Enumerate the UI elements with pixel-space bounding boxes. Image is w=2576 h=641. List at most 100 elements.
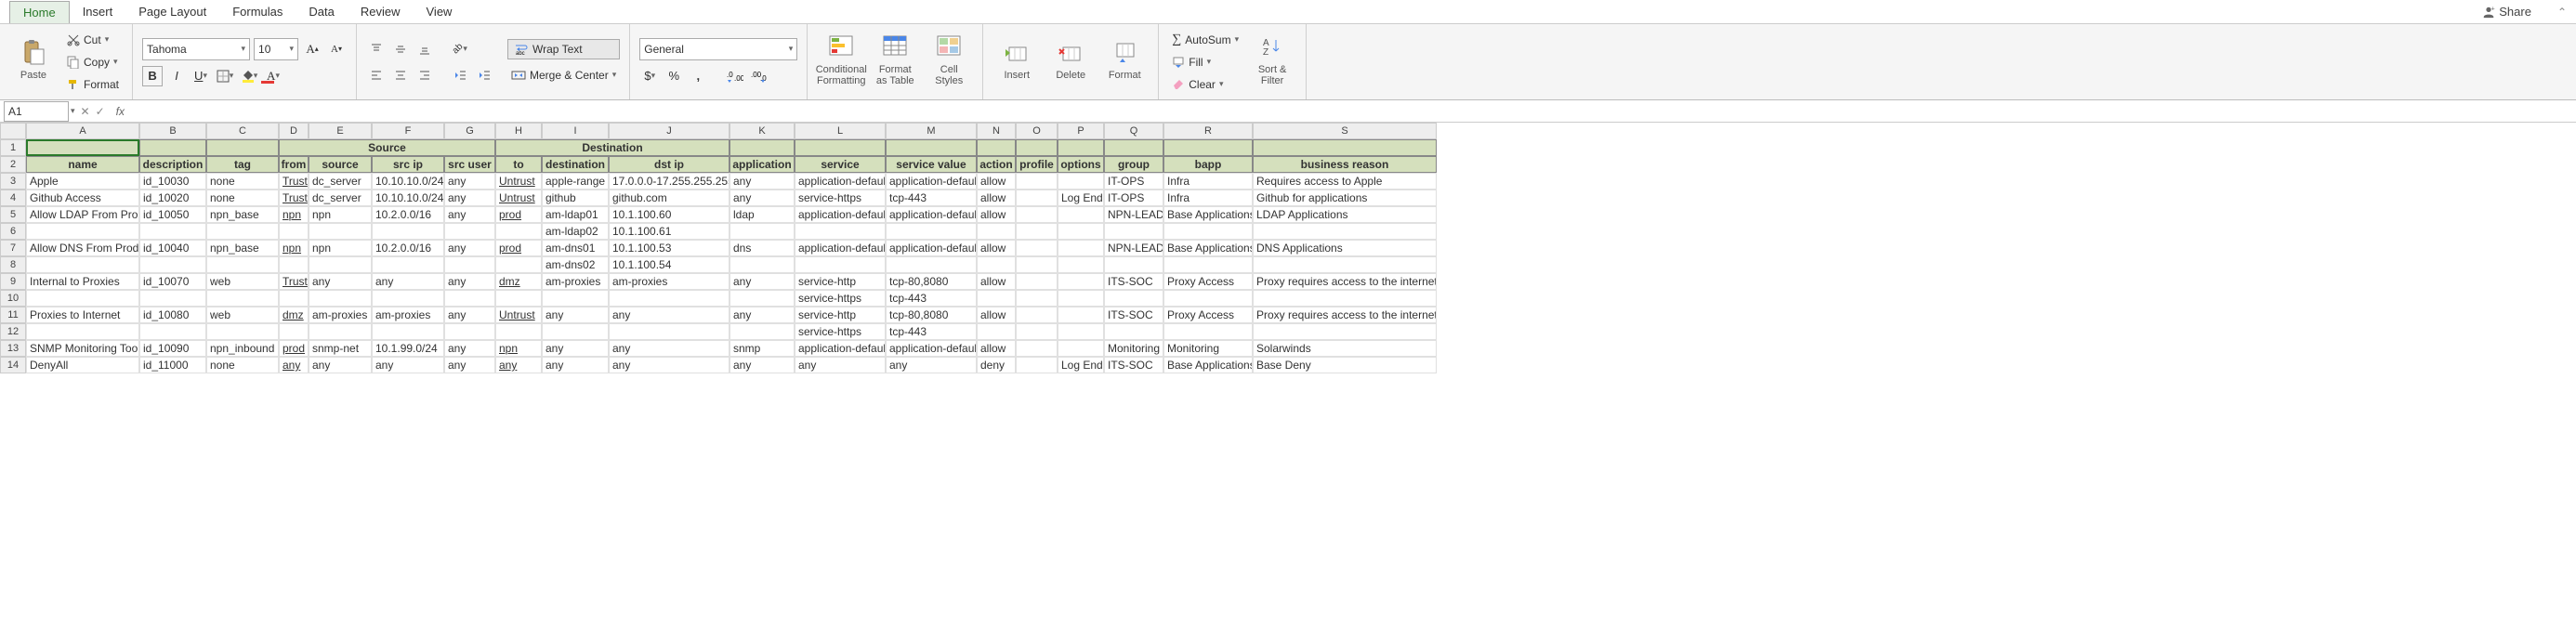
- cell[interactable]: Untrust: [495, 307, 542, 323]
- col-header[interactable]: S: [1253, 123, 1437, 139]
- cell[interactable]: any: [795, 357, 886, 373]
- cell[interactable]: [444, 223, 495, 240]
- cell[interactable]: tcp-443: [886, 290, 977, 307]
- cell[interactable]: Untrust: [495, 190, 542, 206]
- col-header[interactable]: C: [206, 123, 279, 139]
- cell[interactable]: IT-OPS: [1104, 173, 1163, 190]
- row-header[interactable]: 1: [0, 139, 26, 156]
- cell[interactable]: [1016, 323, 1058, 340]
- cell[interactable]: any: [542, 340, 609, 357]
- border-button[interactable]: ▾: [215, 66, 235, 86]
- cell[interactable]: npn_base: [206, 240, 279, 256]
- cell[interactable]: any: [609, 307, 729, 323]
- cell[interactable]: any: [444, 173, 495, 190]
- cell[interactable]: deny: [977, 357, 1016, 373]
- cell[interactable]: npn: [309, 240, 372, 256]
- cell[interactable]: [279, 290, 309, 307]
- cell[interactable]: dst ip: [609, 156, 729, 173]
- cell[interactable]: allow: [977, 340, 1016, 357]
- row-header[interactable]: 8: [0, 256, 26, 273]
- cell[interactable]: service-https: [795, 323, 886, 340]
- cell[interactable]: LDAP Applications: [1253, 206, 1437, 223]
- cell[interactable]: id_10050: [139, 206, 206, 223]
- cell[interactable]: 10.10.10.0/24: [372, 173, 444, 190]
- col-header[interactable]: R: [1163, 123, 1253, 139]
- cell[interactable]: apple-range: [542, 173, 609, 190]
- select-all-corner[interactable]: [0, 123, 26, 139]
- cell[interactable]: tcp-80,8080: [886, 307, 977, 323]
- cell[interactable]: ITS-SOC: [1104, 273, 1163, 290]
- cell[interactable]: from: [279, 156, 309, 173]
- cell[interactable]: [279, 323, 309, 340]
- clear-button[interactable]: Clear▾: [1168, 74, 1242, 95]
- col-header[interactable]: K: [729, 123, 795, 139]
- cell[interactable]: [1104, 223, 1163, 240]
- cell[interactable]: 10.10.10.0/24: [372, 190, 444, 206]
- cell[interactable]: options: [1058, 156, 1104, 173]
- cell[interactable]: [609, 290, 729, 307]
- cell[interactable]: [309, 223, 372, 240]
- align-middle-button[interactable]: [390, 39, 411, 59]
- cell[interactable]: destination: [542, 156, 609, 173]
- cell[interactable]: NPN-LEAD: [1104, 240, 1163, 256]
- cell[interactable]: [26, 323, 139, 340]
- cell[interactable]: [279, 256, 309, 273]
- cell[interactable]: allow: [977, 273, 1016, 290]
- cell[interactable]: src user: [444, 156, 495, 173]
- percent-button[interactable]: %: [664, 66, 684, 86]
- cell[interactable]: name: [26, 156, 139, 173]
- cell[interactable]: [1163, 323, 1253, 340]
- col-header[interactable]: P: [1058, 123, 1104, 139]
- cell[interactable]: [542, 290, 609, 307]
- cell[interactable]: any: [444, 273, 495, 290]
- col-header[interactable]: N: [977, 123, 1016, 139]
- cell[interactable]: [1016, 307, 1058, 323]
- cell[interactable]: prod: [495, 206, 542, 223]
- cell[interactable]: tcp-443: [886, 323, 977, 340]
- spreadsheet-grid[interactable]: 1234567891011121314 ABCDEFGHIJKLMNOPQRS …: [0, 123, 2576, 373]
- cell[interactable]: [1016, 223, 1058, 240]
- cell[interactable]: am-ldap02: [542, 223, 609, 240]
- cell[interactable]: service-https: [795, 190, 886, 206]
- paste-button[interactable]: Paste: [9, 28, 58, 93]
- cell[interactable]: [886, 256, 977, 273]
- cell[interactable]: 10.2.0.0/16: [372, 240, 444, 256]
- cell[interactable]: ldap: [729, 206, 795, 223]
- cell[interactable]: ITS-SOC: [1104, 307, 1163, 323]
- bold-button[interactable]: B: [142, 66, 163, 86]
- cell[interactable]: allow: [977, 190, 1016, 206]
- align-right-button[interactable]: [414, 65, 435, 85]
- cell[interactable]: NPN-LEAD: [1104, 206, 1163, 223]
- cell[interactable]: Proxy Access: [1163, 273, 1253, 290]
- row-header[interactable]: 5: [0, 206, 26, 223]
- cell[interactable]: [1104, 139, 1163, 156]
- cell[interactable]: Proxy requires access to the internet: [1253, 273, 1437, 290]
- cell[interactable]: tcp-443: [886, 190, 977, 206]
- format-cells-button[interactable]: Format: [1100, 28, 1149, 93]
- col-header[interactable]: O: [1016, 123, 1058, 139]
- cell[interactable]: any: [279, 357, 309, 373]
- tab-review[interactable]: Review: [348, 1, 414, 23]
- cell[interactable]: any: [542, 307, 609, 323]
- cell[interactable]: am-proxies: [609, 273, 729, 290]
- cell[interactable]: Allow LDAP From Prod: [26, 206, 139, 223]
- formula-input[interactable]: [130, 100, 2576, 122]
- cell[interactable]: [1163, 139, 1253, 156]
- align-center-button[interactable]: [390, 65, 411, 85]
- font-name-select[interactable]: Tahoma▾: [142, 38, 250, 60]
- cell[interactable]: [139, 223, 206, 240]
- cell[interactable]: [1253, 290, 1437, 307]
- cell[interactable]: any: [609, 357, 729, 373]
- cell[interactable]: [1163, 290, 1253, 307]
- cell[interactable]: am-ldap01: [542, 206, 609, 223]
- col-header[interactable]: J: [609, 123, 729, 139]
- cell[interactable]: Infra: [1163, 190, 1253, 206]
- cell[interactable]: npn_inbound: [206, 340, 279, 357]
- cell[interactable]: 10.1.100.60: [609, 206, 729, 223]
- orientation-button[interactable]: ab▾: [450, 39, 470, 59]
- cell[interactable]: id_10080: [139, 307, 206, 323]
- cell[interactable]: web: [206, 273, 279, 290]
- cell[interactable]: business reason: [1253, 156, 1437, 173]
- cell[interactable]: [139, 290, 206, 307]
- cell[interactable]: service value: [886, 156, 977, 173]
